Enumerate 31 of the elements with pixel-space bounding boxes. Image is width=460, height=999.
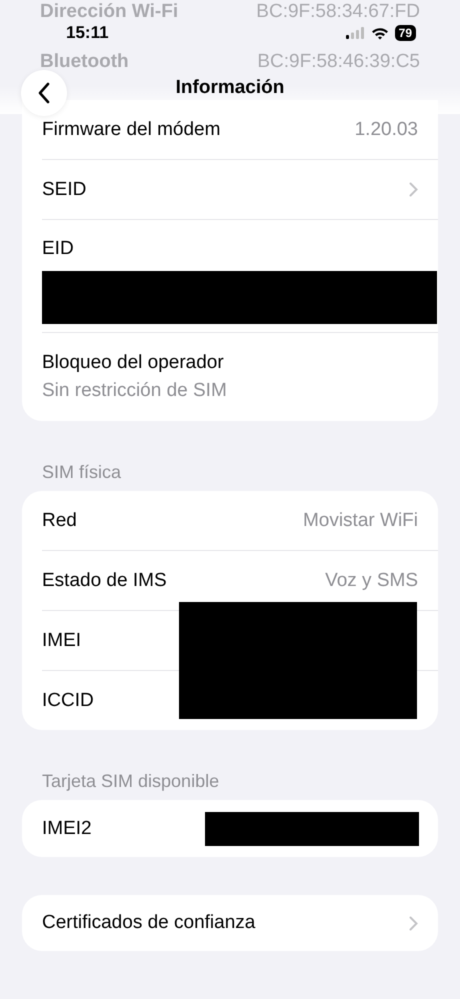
- section-header: Tarjeta SIM disponible: [41, 770, 220, 793]
- list-row[interactable]: Certificados de confianza: [42, 895, 438, 951]
- row-label: IMEI2: [42, 818, 92, 840]
- row-label: Estado de IMS: [42, 570, 167, 592]
- blurred-label: Dirección Wi-Fi: [40, 1, 178, 23]
- row-value: 1.20.03: [354, 118, 418, 140]
- status-time: 15:11: [66, 23, 109, 43]
- wifi-icon: [370, 26, 389, 40]
- row-value: Voz y SMS: [325, 570, 418, 592]
- signal-icon: [346, 27, 365, 39]
- blurred-value: BC:9F:58:46:39:C5: [257, 51, 420, 73]
- chevron-icon: [409, 182, 418, 197]
- row-label: EID: [42, 238, 75, 260]
- row-label: SEID: [42, 178, 86, 200]
- chevron-icon: [409, 916, 418, 930]
- back-icon: [37, 82, 51, 104]
- row-label: Red: [42, 510, 77, 532]
- back-button[interactable]: [21, 70, 67, 116]
- row-label: ICCID: [42, 690, 95, 712]
- row-label: IMEI: [42, 630, 82, 652]
- blurred-value: BC:9F:58:34:67:FD: [256, 1, 420, 23]
- blurred-label: Bluetooth: [40, 51, 129, 73]
- row-label: Certificados de confianza: [42, 912, 256, 934]
- row-value: Movistar WiFi: [302, 510, 418, 532]
- row-label: Firmware del módem: [42, 118, 220, 140]
- section-header: SIM física: [41, 461, 122, 484]
- row-label: Bloqueo del operador: [42, 352, 225, 374]
- nav-title: Información: [176, 77, 284, 99]
- battery-icon: 79: [394, 25, 416, 41]
- row-subtitle: Sin restricción de SIM: [42, 380, 228, 402]
- list-row[interactable]: SEID: [42, 160, 438, 220]
